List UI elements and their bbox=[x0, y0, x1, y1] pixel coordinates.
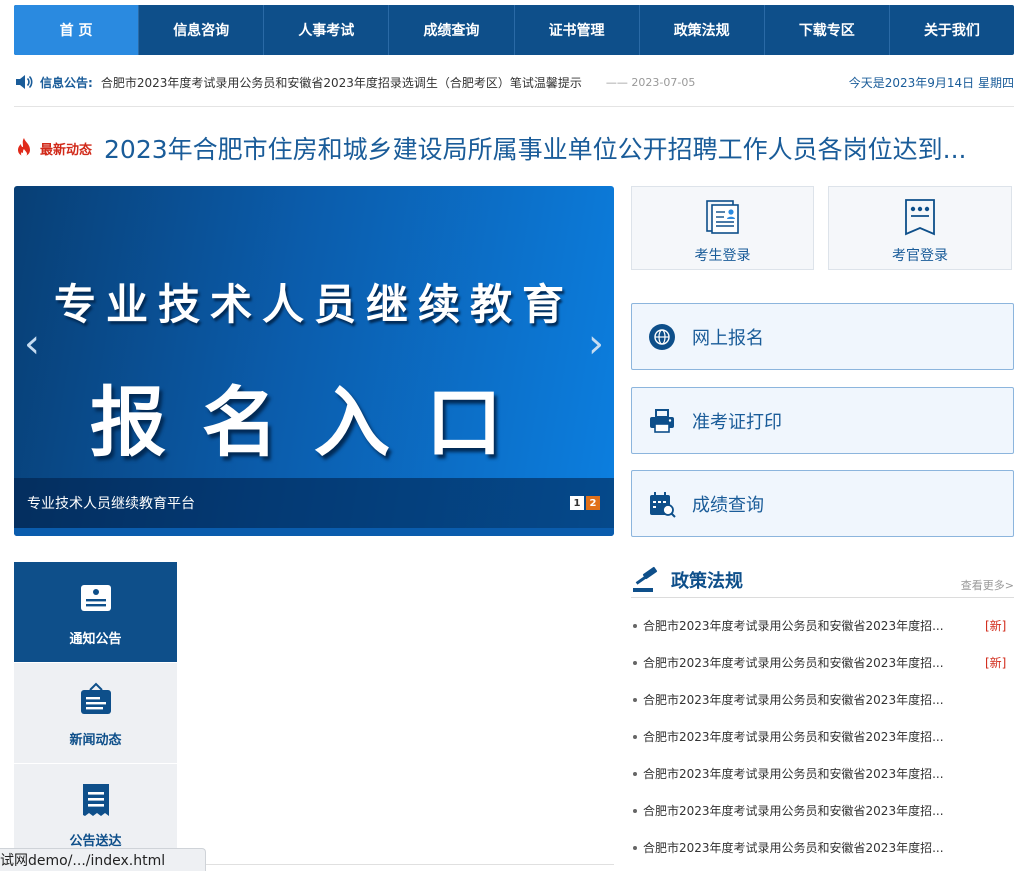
tab-announcement-label: 公告送达 bbox=[69, 834, 122, 849]
latest-news-link[interactable]: 2023年合肥市住房和城乡建设局所属事业单位公开招聘工作人员各岗位达到... bbox=[104, 130, 966, 166]
policy-link[interactable]: 合肥市2023年度考试录用公务员和安徽省2023年度招... bbox=[643, 617, 973, 634]
admission-print-button[interactable]: 准考证打印 bbox=[631, 387, 1014, 454]
nav-home[interactable]: 首 页 bbox=[14, 5, 139, 55]
new-badge: [新] bbox=[985, 619, 1007, 633]
score-query-label: 成绩查询 bbox=[692, 494, 764, 516]
printer-icon bbox=[650, 408, 674, 433]
nav-score-query[interactable]: 成绩查询 bbox=[388, 5, 513, 55]
nav-about[interactable]: 关于我们 bbox=[888, 5, 1014, 55]
candidate-login-label: 考生登录 bbox=[694, 248, 751, 264]
notice-label: 信息公告: bbox=[40, 75, 93, 90]
policy-link[interactable]: 合肥市2023年度考试录用公务员和安徽省2023年度招... bbox=[643, 765, 973, 782]
notice-link[interactable]: 合肥市2023年度考试录用公务员和安徽省2023年度招录选调生（合肥考区）笔试温… bbox=[101, 74, 582, 91]
content-divider bbox=[177, 864, 614, 865]
latest-news: 最新动态 2023年合肥市住房和城乡建设局所属事业单位公开招聘工作人员各岗位达到… bbox=[14, 128, 1014, 168]
nav-policy[interactable]: 政策法规 bbox=[638, 5, 764, 55]
nav-info-consult[interactable]: 信息咨询 bbox=[138, 5, 263, 55]
score-query-button[interactable]: 成绩查询 bbox=[631, 470, 1014, 537]
status-url: 试网demo/.../index.html bbox=[0, 853, 166, 869]
nav-download[interactable]: 下载专区 bbox=[763, 5, 889, 55]
tab-notice[interactable]: 通知公告 bbox=[14, 562, 177, 662]
banner-caption-text[interactable]: 专业技术人员继续教育平台 bbox=[27, 493, 195, 513]
bullet-icon bbox=[633, 845, 637, 850]
list-item: 合肥市2023年度考试录用公务员和安徽省2023年度招... bbox=[631, 681, 1014, 718]
notice-bar: 信息公告: 合肥市2023年度考试录用公务员和安徽省2023年度招录选调生（合肥… bbox=[14, 68, 1014, 96]
list-item: 合肥市2023年度考试录用公务员和安徽省2023年度招... bbox=[631, 792, 1014, 829]
policy-list: 合肥市2023年度考试录用公务员和安徽省2023年度招... [新] 合肥市202… bbox=[631, 607, 1014, 866]
divider bbox=[14, 106, 1014, 107]
browser-status-bar: 试网demo/.../index.html bbox=[0, 848, 206, 871]
nav-certificate[interactable]: 证书管理 bbox=[513, 5, 639, 55]
carousel-page-2[interactable]: 2 bbox=[586, 496, 600, 510]
examiner-login-label: 考官登录 bbox=[892, 248, 948, 264]
bullet-icon bbox=[633, 660, 637, 665]
gavel-icon bbox=[633, 566, 658, 592]
bullet-icon bbox=[633, 808, 637, 813]
today-date: 今天是2023年9月14日 星期四 bbox=[848, 75, 1014, 90]
policy-section-header: 政策法规 查看更多> bbox=[631, 562, 1014, 598]
candidate-login-button[interactable]: 考生登录 bbox=[631, 186, 814, 270]
notice-date: —— 2023-07-05 bbox=[605, 75, 696, 89]
carousel-prev-icon[interactable]: ‹ bbox=[24, 324, 40, 364]
banner-caption: 专业技术人员继续教育平台 1 2 bbox=[14, 478, 614, 528]
list-item: 合肥市2023年度考试录用公务员和安徽省2023年度招... [新] bbox=[631, 644, 1014, 681]
bullet-icon bbox=[633, 697, 637, 702]
latest-news-label: 最新动态 bbox=[40, 142, 93, 158]
bullet-icon bbox=[633, 734, 637, 739]
hanging-sign-icon bbox=[80, 682, 111, 714]
nav-personnel-exam[interactable]: 人事考试 bbox=[263, 5, 388, 55]
online-register-button[interactable]: 网上报名 bbox=[631, 303, 1014, 370]
policy-link[interactable]: 合肥市2023年度考试录用公务员和安徽省2023年度招... bbox=[643, 654, 973, 671]
bullet-icon bbox=[633, 623, 637, 628]
online-register-label: 网上报名 bbox=[692, 327, 764, 349]
flame-icon bbox=[18, 138, 30, 157]
banner-carousel[interactable]: 专业技术人员继续教育 报名入口 ‹ › 专业技术人员继续教育平台 1 2 bbox=[14, 186, 614, 536]
tab-news-label: 新闻动态 bbox=[69, 733, 122, 748]
banner-line1: 专业技术人员继续教育 bbox=[53, 280, 574, 329]
id-card-icon bbox=[705, 200, 739, 234]
admission-print-label: 准考证打印 bbox=[692, 411, 782, 433]
calendar-search-icon bbox=[650, 491, 676, 518]
globe-icon bbox=[649, 323, 675, 350]
carousel-page-1[interactable]: 1 bbox=[570, 496, 584, 510]
speaker-icon bbox=[16, 75, 33, 89]
policy-title: 政策法规 bbox=[671, 570, 743, 592]
ribbon-badge-icon bbox=[905, 199, 935, 236]
carousel-next-icon[interactable]: › bbox=[588, 324, 604, 364]
list-item: 合肥市2023年度考试录用公务员和安徽省2023年度招... bbox=[631, 718, 1014, 755]
banner-line2: 报名入口 bbox=[90, 378, 538, 467]
list-item: 合肥市2023年度考试录用公务员和安徽省2023年度招... bbox=[631, 755, 1014, 792]
notice-board-icon bbox=[80, 585, 111, 611]
tab-notice-label: 通知公告 bbox=[69, 632, 122, 647]
banner-bottom-strip bbox=[14, 528, 614, 536]
receipt-icon bbox=[82, 784, 109, 816]
policy-link[interactable]: 合肥市2023年度考试录用公务员和安徽省2023年度招... bbox=[643, 802, 973, 819]
list-item: 合肥市2023年度考试录用公务员和安徽省2023年度招... bbox=[631, 829, 1014, 866]
bullet-icon bbox=[633, 771, 637, 776]
policy-more-link[interactable]: 查看更多> bbox=[961, 577, 1014, 593]
policy-link[interactable]: 合肥市2023年度考试录用公务员和安徽省2023年度招... bbox=[643, 691, 973, 708]
policy-link[interactable]: 合肥市2023年度考试录用公务员和安徽省2023年度招... bbox=[643, 728, 973, 745]
examiner-login-button[interactable]: 考官登录 bbox=[828, 186, 1012, 270]
new-badge: [新] bbox=[985, 656, 1007, 670]
main-nav: 首 页 信息咨询 人事考试 成绩查询 证书管理 政策法规 下载专区 关于我们 bbox=[14, 5, 1014, 55]
carousel-pager: 1 2 bbox=[570, 496, 600, 510]
tab-news[interactable]: 新闻动态 bbox=[14, 663, 177, 763]
policy-link[interactable]: 合肥市2023年度考试录用公务员和安徽省2023年度招... bbox=[643, 839, 973, 856]
list-item: 合肥市2023年度考试录用公务员和安徽省2023年度招... [新] bbox=[631, 607, 1014, 644]
